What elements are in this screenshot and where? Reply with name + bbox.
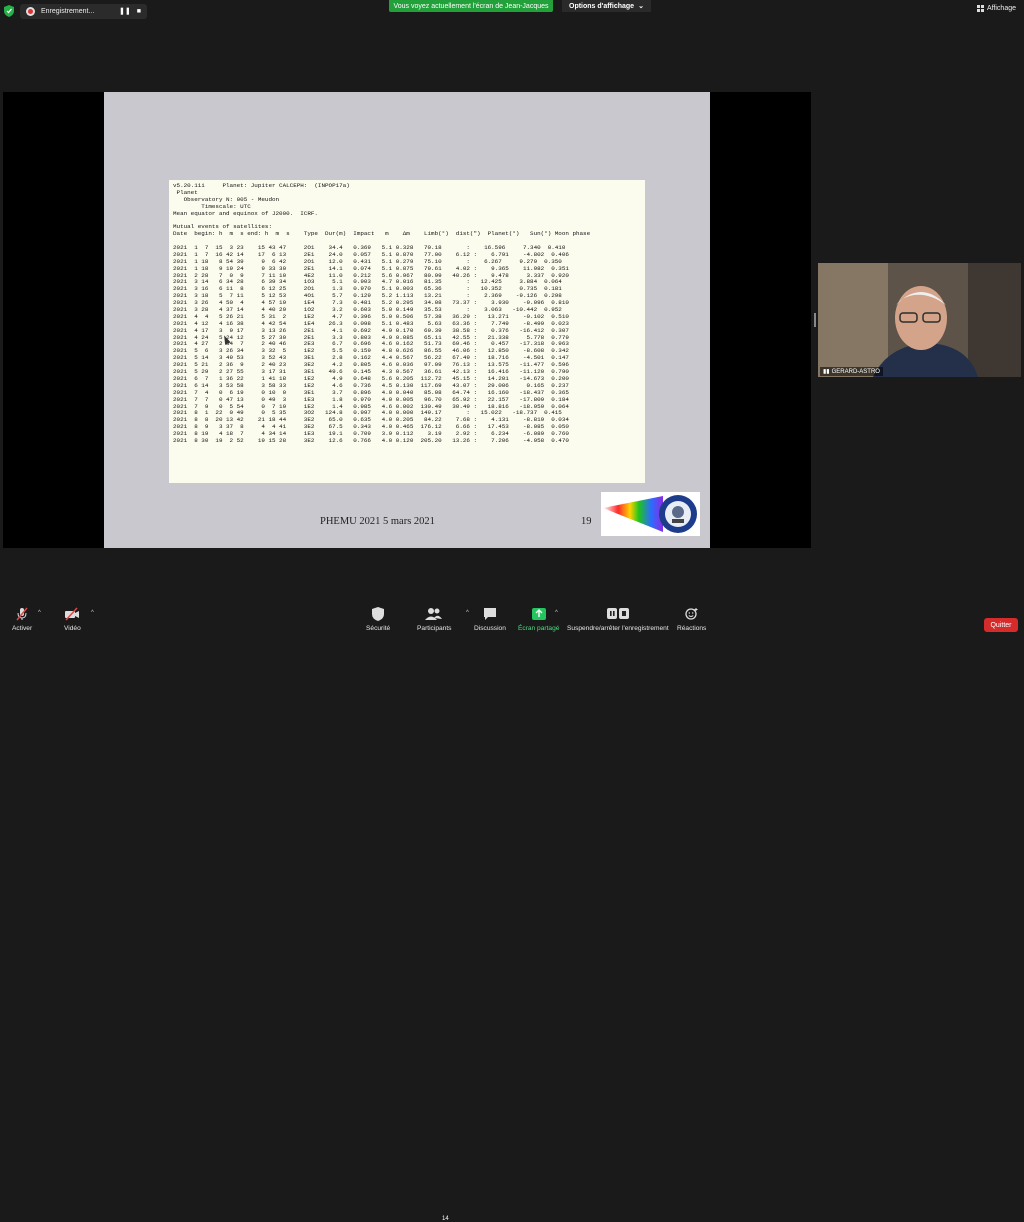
share-screen-label: Écran partagé — [518, 625, 560, 632]
audio-label: Activer — [12, 625, 33, 632]
reactions-button[interactable]: Réactions — [677, 606, 706, 632]
slide-page-number: 19 — [581, 516, 592, 527]
audio-button[interactable]: Activer — [12, 606, 32, 632]
recording-control-label: Suspendre/arrêter l'enregistrement — [567, 625, 669, 632]
view-layout-button[interactable]: Affichage — [976, 5, 1016, 12]
chat-label: Discussion — [474, 625, 506, 632]
participant-video-frame — [818, 263, 1021, 377]
participant-name: GERARD-ASTRO — [831, 368, 880, 375]
recording-label: Enregistrement... — [41, 7, 95, 15]
stop-recording-button[interactable]: ■ — [137, 8, 141, 15]
share-options-caret-icon[interactable]: ^ — [555, 610, 558, 616]
ephemeris-table: v5.20.11i Planet: Jupiter CALCEPH: (INPO… — [169, 180, 645, 483]
meeting-toolbar: Activer ^ Vidéo ^ Sécurité Participants … — [0, 606, 1024, 1222]
club-logo-icon — [601, 492, 700, 536]
people-icon — [425, 606, 443, 622]
video-label: Vidéo — [64, 625, 81, 632]
security-label: Sécurité — [366, 625, 391, 632]
shield-icon[interactable] — [4, 5, 14, 17]
recording-icon — [26, 6, 35, 16]
shield-icon — [372, 606, 385, 622]
recording-control-button[interactable]: Suspendre/arrêter l'enregistrement — [567, 606, 669, 632]
participant-video: ▮▮ GERARD-ASTRO — [818, 263, 1021, 377]
participants-label: Participants — [417, 625, 452, 632]
slide-footer: PHEMU 2021 5 mars 2021 — [320, 516, 435, 527]
grid-icon — [976, 5, 984, 12]
chat-button[interactable]: Discussion — [474, 606, 506, 632]
leave-meeting-button[interactable]: Quitter — [984, 618, 1018, 632]
participant-name-tag: ▮▮ GERARD-ASTRO — [820, 367, 883, 376]
view-layout-label: Affichage — [986, 5, 1016, 12]
camera-off-icon — [64, 606, 80, 622]
table-line: 2021 8 30 19 2 52 19 15 28 3E2 12.6 0.76… — [173, 436, 569, 444]
audio-options-caret-icon[interactable]: ^ — [38, 610, 41, 616]
pause-stop-icon — [606, 606, 630, 622]
reactions-label: Réactions — [677, 625, 707, 632]
table-line: Mean equator and equinox of J2000. ICRF. — [173, 209, 318, 217]
recording-indicator: Enregistrement... ❚❚ ■ — [20, 3, 147, 19]
video-button[interactable]: Vidéo — [64, 606, 81, 632]
view-options-button[interactable]: Options d'affichage ⌄ — [562, 0, 651, 12]
table-line: v5.20.11i Planet: Jupiter CALCEPH: (INPO… — [173, 182, 350, 189]
chevron-down-icon: ⌄ — [638, 3, 644, 10]
signal-icon: ▮▮ — [823, 369, 830, 375]
participants-count: 14 — [442, 1216, 449, 1222]
top-left-bar: Enregistrement... ❚❚ ■ — [4, 3, 147, 19]
video-options-caret-icon[interactable]: ^ — [91, 610, 94, 616]
participants-button[interactable]: Participants — [417, 606, 451, 632]
mic-muted-icon — [15, 606, 29, 622]
share-screen-button[interactable]: Écran partagé — [518, 606, 559, 632]
chat-bubble-icon — [483, 606, 497, 622]
smiley-plus-icon — [685, 606, 699, 622]
view-options-label: Options d'affichage — [569, 2, 635, 10]
share-arrow-icon — [531, 606, 547, 622]
screen-share-banner: Vous voyez actuellement l'écran de Jean-… — [389, 0, 553, 12]
panel-resize-handle[interactable] — [814, 313, 816, 327]
security-button[interactable]: Sécurité — [366, 606, 390, 632]
table-line: Date begin: h m s end: h m s Type Dur(m)… — [173, 230, 591, 238]
participants-options-caret-icon[interactable]: ^ — [466, 610, 469, 616]
pause-recording-button[interactable]: ❚❚ — [119, 7, 131, 15]
